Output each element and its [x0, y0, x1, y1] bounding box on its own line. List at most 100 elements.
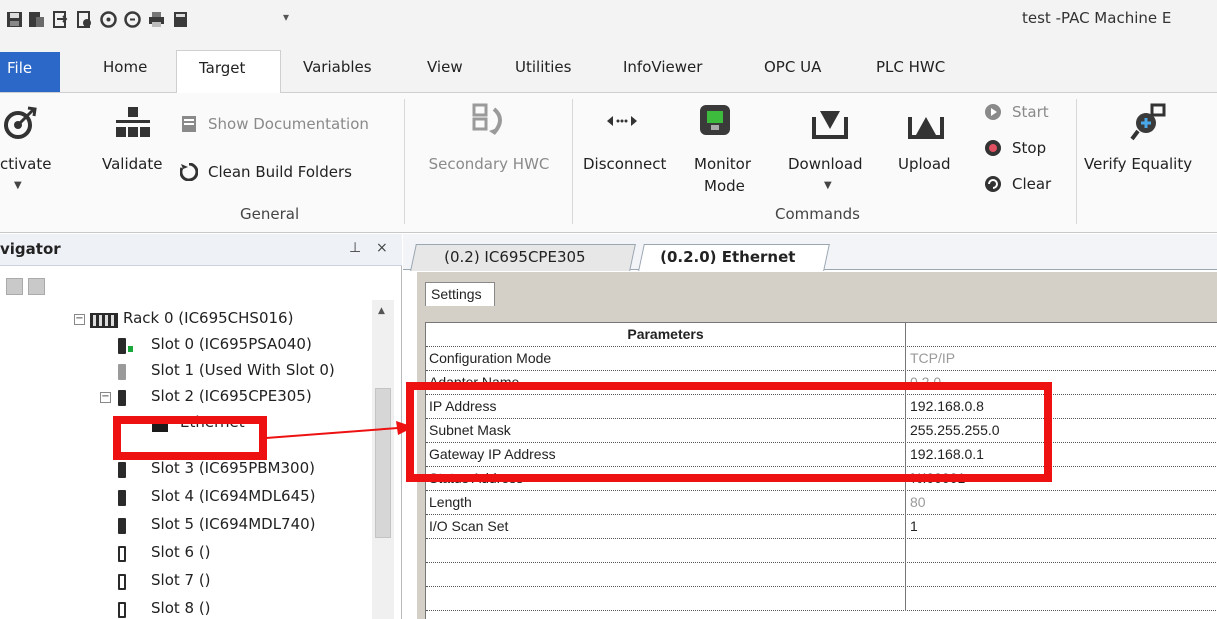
upload-label: Upload	[898, 155, 951, 173]
download-caret-icon[interactable]: ▼	[824, 175, 832, 197]
export-icon[interactable]	[76, 11, 93, 28]
tree-item-slot-0[interactable]: Slot 0 (IC695PSA040)	[100, 332, 370, 358]
start-label: Start	[1012, 103, 1049, 121]
tab-utilities[interactable]: Utilities	[515, 58, 571, 76]
document-icon	[182, 116, 196, 132]
tree-item-slot-7[interactable]: Slot 7 ()	[100, 568, 370, 594]
close-icon[interactable]: ×	[376, 240, 388, 256]
param-value[interactable]: 1	[907, 515, 1217, 539]
customize-toolbar-dropdown[interactable]: ▾	[283, 10, 289, 24]
scrollbar-thumb[interactable]	[375, 388, 391, 538]
collapse-toggle-icon[interactable]: −	[74, 314, 85, 325]
scroll-up-icon[interactable]: ▲	[378, 306, 385, 316]
activate-caret-icon[interactable]: ▼	[14, 175, 22, 197]
table-row[interactable]: Configuration Mode TCP/IP	[426, 347, 1217, 371]
rack-icon	[90, 313, 118, 328]
tab-home[interactable]: Home	[103, 58, 147, 76]
monitor-mode-label-1: Monitor	[694, 155, 752, 173]
undo-icon[interactable]	[100, 11, 117, 28]
collapse-all-icon[interactable]	[28, 278, 45, 295]
download-button[interactable]: Download ▼	[782, 101, 882, 201]
annotation-arrow-icon	[266, 421, 414, 439]
tree-item-label: Slot 6 ()	[151, 543, 211, 561]
tab-opc-ua[interactable]: OPC UA	[764, 58, 821, 76]
navigator-header: vigator ⊥ ×	[0, 234, 402, 266]
group-general-label: General	[240, 205, 300, 223]
clear-icon	[985, 176, 1001, 192]
upload-button[interactable]: Upload	[888, 101, 968, 201]
tab-ethernet[interactable]: (0.2.0) Ethernet	[638, 244, 830, 271]
document-tabs: (0.2) IC695CPE305 (0.2.0) Ethernet	[403, 234, 1217, 271]
empty-cell	[907, 587, 1217, 611]
ethernet-highlight-box	[113, 416, 267, 460]
param-name: Length	[426, 491, 906, 515]
settings-tab[interactable]: Settings	[425, 282, 495, 306]
tree-item-label: Slot 0 (IC695PSA040)	[151, 335, 312, 353]
calculator-icon[interactable]	[172, 11, 189, 28]
clean-build-folders-button[interactable]: Clean Build Folders	[178, 161, 398, 187]
download-label: Download	[788, 155, 863, 173]
network-settings-highlight-box	[406, 382, 1052, 482]
tree-item-slot-1[interactable]: Slot 1 (Used With Slot 0)	[100, 358, 370, 384]
import-icon[interactable]	[52, 11, 69, 28]
activate-label: ctivate	[0, 155, 52, 173]
tree-item-label: Slot 2 (IC695CPE305)	[151, 387, 312, 405]
param-value: 80	[910, 494, 926, 510]
stop-icon	[985, 140, 1001, 156]
tab-plc-hwc[interactable]: PLC HWC	[876, 58, 945, 76]
clear-button[interactable]: Clear	[984, 173, 1064, 199]
table-row	[426, 587, 1217, 611]
table-row[interactable]: I/O Scan Set 1	[426, 515, 1217, 539]
tab-infoviewer[interactable]: InfoViewer	[623, 58, 702, 76]
navigator-title: vigator	[0, 240, 61, 258]
tree-item-slot-8[interactable]: Slot 8 ()	[100, 596, 370, 619]
tree-item-label: Slot 4 (IC694MDL645)	[151, 487, 316, 505]
tree-item-label: Slot 7 ()	[151, 571, 211, 589]
tree-item-label: Rack 0 (IC695CHS016)	[123, 309, 294, 327]
tab-target-label: Target	[199, 59, 246, 77]
value-header	[907, 323, 1217, 347]
monitor-icon	[700, 105, 730, 135]
tab-cpe305[interactable]: (0.2) IC695CPE305	[410, 244, 636, 271]
tree-item-slot-4[interactable]: Slot 4 (IC694MDL645)	[100, 484, 370, 510]
show-documentation-button[interactable]: Show Documentation	[178, 113, 398, 139]
ribbon-tab-bar: File Home Target Variables View Utilitie…	[0, 38, 1217, 94]
secondary-hwc-button[interactable]: Secondary HWC	[414, 101, 564, 201]
collapse-toggle-icon[interactable]: −	[100, 392, 111, 403]
activate-button[interactable]: ctivate ▼	[0, 101, 60, 201]
verify-equality-button[interactable]: Verify Equality	[1082, 101, 1217, 201]
tree-item-slot-5[interactable]: Slot 5 (IC694MDL740)	[100, 512, 370, 538]
tree-item-slot-2[interactable]: − Slot 2 (IC695CPE305)	[100, 384, 370, 410]
status-led-icon	[128, 346, 133, 352]
empty-cell	[426, 587, 906, 611]
stop-button[interactable]: Stop	[984, 137, 1064, 163]
tab-view[interactable]: View	[427, 58, 463, 76]
empty-slot-icon	[118, 546, 126, 562]
param-value: TCP/IP	[910, 350, 956, 366]
save-icon[interactable]	[6, 11, 23, 28]
upload-icon	[908, 117, 944, 139]
tree-item-slot-6[interactable]: Slot 6 ()	[100, 540, 370, 566]
navigator-scrollbar[interactable]: ▲	[372, 300, 394, 619]
disconnect-button[interactable]: Disconnect	[580, 101, 680, 201]
param-name: I/O Scan Set	[426, 515, 906, 539]
save-all-icon[interactable]	[28, 11, 45, 28]
empty-slot-icon	[118, 574, 126, 590]
tree-item-rack-0[interactable]: − Rack 0 (IC695CHS016)	[74, 306, 364, 332]
param-name: Configuration Mode	[426, 347, 906, 371]
hierarchy-icon	[116, 107, 150, 137]
monitor-mode-button[interactable]: Monitor Mode	[686, 101, 776, 201]
tab-variables[interactable]: Variables	[303, 58, 372, 76]
start-button[interactable]: Start	[984, 101, 1064, 127]
validate-button[interactable]: Validate	[96, 101, 166, 201]
monitor-mode-label-2: Mode	[704, 177, 745, 195]
print-icon[interactable]	[148, 11, 165, 28]
redo-icon[interactable]	[124, 11, 141, 28]
table-row[interactable]: Length 80	[426, 491, 1217, 515]
tab-file[interactable]: File	[0, 52, 60, 92]
module-icon	[118, 462, 126, 478]
pin-icon[interactable]: ⊥	[349, 240, 361, 256]
ribbon-separator	[404, 99, 405, 224]
expand-all-icon[interactable]	[6, 278, 23, 295]
tab-target[interactable]: Target	[176, 50, 281, 94]
